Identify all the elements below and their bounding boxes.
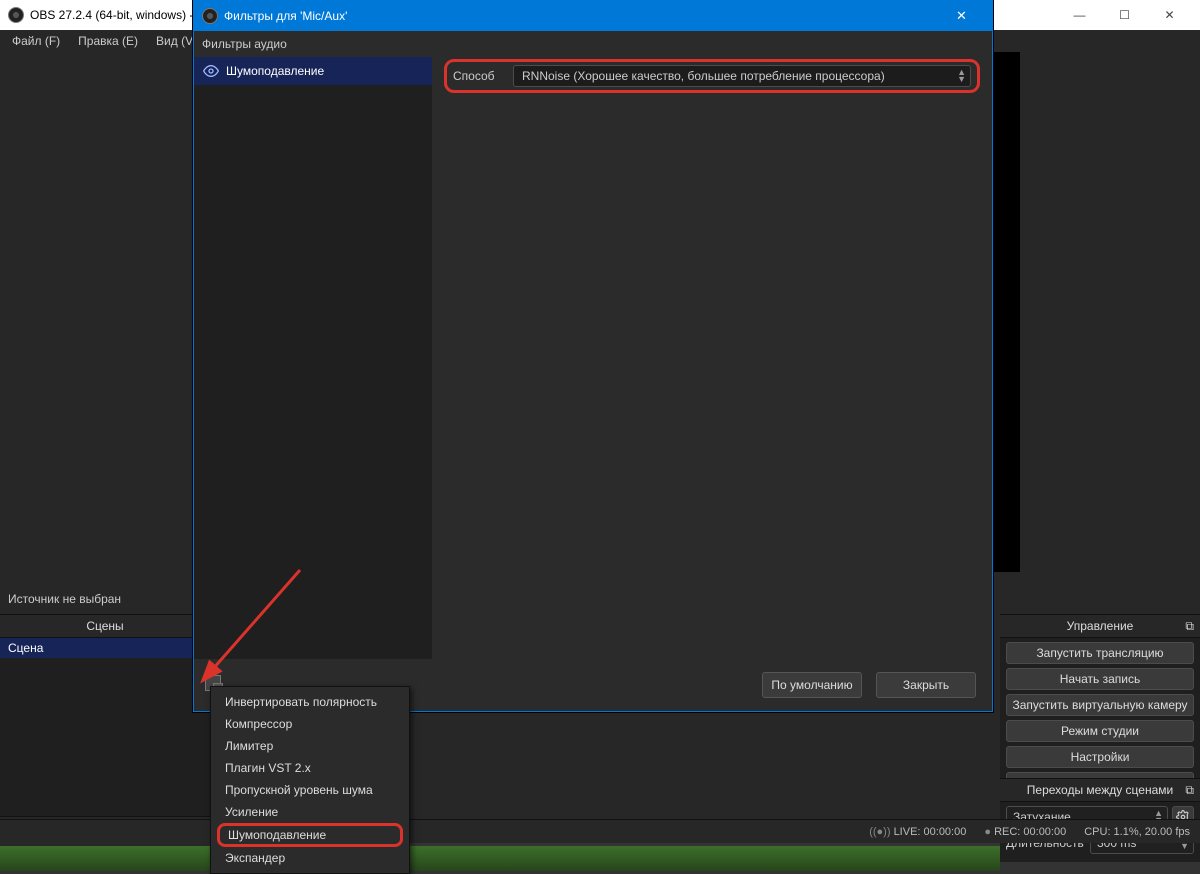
broadcast-icon: ((●)) (869, 826, 890, 838)
obs-logo-icon (202, 8, 218, 24)
method-label: Способ (453, 69, 513, 83)
preview-strip (0, 846, 1000, 871)
scenes-header-text: Сцены (86, 619, 123, 633)
start-vcam-button[interactable]: Запустить виртуальную камеру (1006, 694, 1194, 716)
context-menu-item[interactable]: Шумоподавление (217, 823, 403, 847)
context-menu-item[interactable]: Лимитер (211, 735, 409, 757)
scenes-dock-header[interactable]: Сцены ⧉ (0, 614, 210, 638)
context-menu-item[interactable]: Экспандер (211, 847, 409, 869)
rec-indicator: ● REC: 00:00:00 (984, 826, 1066, 838)
obs-logo-icon (8, 7, 24, 23)
filter-list-panel: Фильтры аудио Шумоподавление (194, 31, 432, 659)
transitions-dock-header[interactable]: Переходы между сценами ⧉ (1000, 778, 1200, 802)
controls-dock-header[interactable]: Управление ⧉ (1000, 614, 1200, 638)
dialog-titlebar[interactable]: Фильтры для 'Mic/Aux' ✕ (194, 1, 992, 31)
scene-item[interactable]: Сцена (0, 638, 210, 658)
defaults-button[interactable]: По умолчанию (762, 672, 862, 698)
close-button[interactable]: ✕ (1147, 0, 1192, 30)
maximize-button[interactable]: ☐ (1102, 0, 1147, 30)
scenes-list[interactable]: Сцена (0, 638, 210, 816)
minimize-button[interactable]: — (1057, 0, 1102, 30)
filter-item-noise-suppression[interactable]: Шумоподавление (194, 57, 432, 85)
transitions-header-text: Переходы между сценами (1027, 783, 1173, 797)
menu-file[interactable]: Файл (F) (6, 32, 66, 50)
context-menu-item[interactable]: Усиление (211, 801, 409, 823)
close-button[interactable]: Закрыть (876, 672, 976, 698)
dialog-close-button[interactable]: ✕ (939, 1, 984, 31)
eye-icon[interactable] (202, 62, 220, 80)
add-filter-context-menu: Инвертировать полярностьКомпрессорЛимите… (210, 686, 410, 874)
cpu-indicator: CPU: 1.1%, 20.00 fps (1084, 826, 1190, 838)
controls-header-text: Управление (1067, 619, 1134, 633)
method-value: RNNoise (Хорошее качество, большее потре… (522, 69, 885, 83)
controls-dock: Запустить трансляцию Начать запись Запус… (1000, 638, 1200, 798)
statusbar: ((●)) LIVE: 00:00:00 ● REC: 00:00:00 CPU… (0, 819, 1200, 843)
filter-properties-panel: Способ RNNoise (Хорошее качество, больше… (432, 31, 992, 659)
live-indicator: ((●)) LIVE: 00:00:00 (869, 826, 966, 838)
settings-button[interactable]: Настройки (1006, 746, 1194, 768)
start-record-button[interactable]: Начать запись (1006, 668, 1194, 690)
start-stream-button[interactable]: Запустить трансляцию (1006, 642, 1194, 664)
method-select[interactable]: RNNoise (Хорошее качество, большее потре… (513, 65, 971, 87)
studio-mode-button[interactable]: Режим студии (1006, 720, 1194, 742)
record-icon: ● (984, 826, 991, 838)
popout-icon[interactable]: ⧉ (1185, 619, 1194, 634)
no-source-label: Источник не выбран (8, 592, 121, 606)
dialog-title-text: Фильтры для 'Mic/Aux' (224, 9, 347, 23)
main-window-title: OBS 27.2.4 (64-bit, windows) - П (30, 8, 205, 22)
context-menu-item[interactable]: Инвертировать полярность (211, 691, 409, 713)
context-menu-item[interactable]: Плагин VST 2.x (211, 757, 409, 779)
menu-edit[interactable]: Правка (E) (72, 32, 144, 50)
chevron-updown-icon: ▲▼ (957, 69, 966, 83)
filters-dialog: Фильтры для 'Mic/Aux' ✕ Фильтры аудио Шу… (193, 0, 993, 712)
context-menu-item[interactable]: Пропускной уровень шума (211, 779, 409, 801)
popout-icon[interactable]: ⧉ (1185, 783, 1194, 798)
method-row: Способ RNNoise (Хорошее качество, больше… (444, 59, 980, 93)
audio-filters-label: Фильтры аудио (194, 31, 432, 57)
filter-item-label: Шумоподавление (226, 64, 324, 78)
context-menu-item[interactable]: Компрессор (211, 713, 409, 735)
